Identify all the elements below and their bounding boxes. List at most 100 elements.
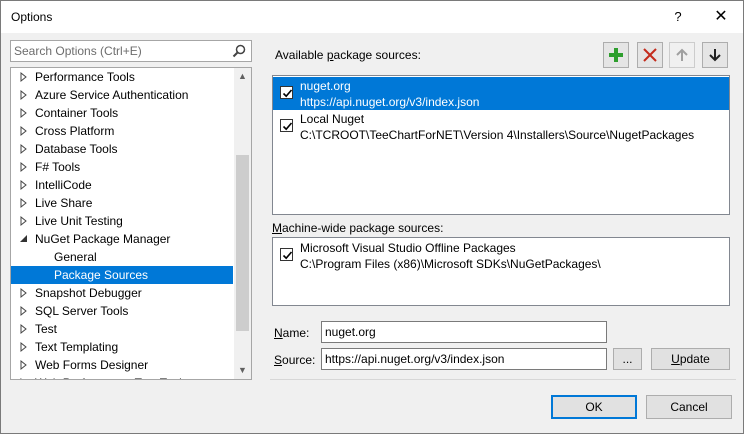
source-checkbox[interactable] bbox=[280, 248, 293, 261]
name-input[interactable] bbox=[325, 324, 603, 340]
tree-item-label: General bbox=[54, 250, 97, 264]
collapsed-arrow-icon[interactable] bbox=[19, 104, 29, 122]
tree-item[interactable]: Live Unit Testing bbox=[11, 212, 233, 230]
add-source-button[interactable] bbox=[603, 42, 629, 68]
search-box[interactable] bbox=[10, 40, 252, 62]
tree-item-label: Text Templating bbox=[35, 340, 119, 354]
tree-item-label: Live Unit Testing bbox=[35, 214, 123, 228]
tree-item[interactable]: Performance Tools bbox=[11, 68, 233, 86]
search-input[interactable] bbox=[14, 43, 228, 59]
tree-item[interactable]: Live Share bbox=[11, 194, 233, 212]
name-label: Name: bbox=[274, 326, 310, 340]
collapsed-arrow-icon[interactable] bbox=[19, 212, 29, 230]
close-button[interactable]: ✕ bbox=[704, 1, 738, 33]
tree-item-label: Web Forms Designer bbox=[35, 358, 149, 372]
name-field[interactable] bbox=[321, 321, 607, 343]
collapsed-arrow-icon[interactable] bbox=[19, 284, 29, 302]
tree-item-label: Container Tools bbox=[35, 106, 119, 120]
tree-item[interactable]: NuGet Package Manager bbox=[11, 230, 233, 248]
expanded-arrow-icon[interactable] bbox=[19, 230, 29, 248]
source-item-nuget-org[interactable]: nuget.org https://api.nuget.org/v3/index… bbox=[273, 77, 729, 110]
help-button[interactable]: ? bbox=[661, 1, 695, 33]
arrow-up-icon bbox=[676, 48, 688, 61]
source-label: Source: bbox=[274, 353, 316, 367]
scroll-down-arrow-icon[interactable]: ▼ bbox=[234, 362, 251, 379]
tree-item[interactable]: Azure Service Authentication bbox=[11, 86, 233, 104]
tree-item[interactable]: Test bbox=[11, 320, 233, 338]
tree-item-label: Snapshot Debugger bbox=[35, 286, 142, 300]
available-sources-list[interactable]: nuget.org https://api.nuget.org/v3/index… bbox=[272, 75, 730, 215]
tree-item[interactable]: Cross Platform bbox=[11, 122, 233, 140]
collapsed-arrow-icon[interactable] bbox=[19, 320, 29, 338]
collapsed-arrow-icon[interactable] bbox=[19, 302, 29, 320]
source-url: C:\TCROOT\TeeChartForNET\Version 4\Insta… bbox=[300, 128, 695, 142]
source-input[interactable] bbox=[325, 351, 603, 367]
tree-item-label: Azure Service Authentication bbox=[35, 88, 189, 102]
tree-scrollbar[interactable]: ▲ ▼ bbox=[234, 68, 251, 379]
source-field[interactable] bbox=[321, 348, 607, 370]
tree-item[interactable]: Web Forms Designer bbox=[11, 356, 233, 374]
collapsed-arrow-icon[interactable] bbox=[19, 140, 29, 158]
checkmark-icon bbox=[282, 89, 293, 98]
window-title: Options bbox=[11, 10, 53, 24]
tree-item[interactable]: Container Tools bbox=[11, 104, 233, 122]
tree-item[interactable]: Database Tools bbox=[11, 140, 233, 158]
machine-wide-sources-list[interactable]: Microsoft Visual Studio Offline Packages… bbox=[272, 237, 730, 306]
checkmark-icon bbox=[282, 251, 293, 260]
scroll-thumb[interactable] bbox=[236, 155, 249, 331]
ok-button[interactable]: OK bbox=[551, 395, 637, 419]
delete-icon bbox=[643, 48, 657, 62]
move-down-button[interactable] bbox=[702, 42, 728, 68]
tree-item-label: F# Tools bbox=[35, 160, 81, 174]
collapsed-arrow-icon[interactable] bbox=[19, 176, 29, 194]
collapsed-arrow-icon[interactable] bbox=[19, 122, 29, 140]
options-dialog: Options ? ✕ Performance Tools Azure Servi… bbox=[0, 0, 744, 434]
tree-item[interactable]: SQL Server Tools bbox=[11, 302, 233, 320]
tree-item-label: Web Performance Test Tools bbox=[35, 374, 188, 379]
plus-icon bbox=[609, 48, 623, 62]
collapsed-arrow-icon[interactable] bbox=[19, 194, 29, 212]
tree-item[interactable]: Package Sources bbox=[11, 266, 233, 284]
machine-wide-sources-label: Machine-wide package sources: bbox=[272, 221, 444, 235]
collapsed-arrow-icon[interactable] bbox=[19, 338, 29, 356]
tree-item[interactable]: Text Templating bbox=[11, 338, 233, 356]
tree-item-label: Live Share bbox=[35, 196, 93, 210]
options-tree[interactable]: Performance Tools Azure Service Authentic… bbox=[10, 67, 252, 380]
tree-item[interactable]: IntelliCode bbox=[11, 176, 233, 194]
tree-item[interactable]: General bbox=[11, 248, 233, 266]
collapsed-arrow-icon[interactable] bbox=[19, 356, 29, 374]
title-bar: Options ? ✕ bbox=[1, 1, 743, 33]
search-icon[interactable] bbox=[231, 43, 247, 59]
remove-source-button[interactable] bbox=[637, 42, 663, 68]
tree-item-label: Package Sources bbox=[54, 268, 149, 282]
available-sources-label: Available package sources: bbox=[275, 48, 421, 62]
source-checkbox[interactable] bbox=[280, 86, 293, 99]
collapsed-arrow-icon[interactable] bbox=[19, 158, 29, 176]
collapsed-arrow-icon[interactable] bbox=[19, 374, 29, 380]
checkmark-icon bbox=[282, 122, 293, 131]
source-item-vs-offline[interactable]: Microsoft Visual Studio Offline Packages… bbox=[273, 239, 729, 272]
tree-item-label: Database Tools bbox=[35, 142, 118, 156]
tree-item[interactable]: Snapshot Debugger bbox=[11, 284, 233, 302]
source-item-local-nuget[interactable]: Local Nuget C:\TCROOT\TeeChartForNET\Ver… bbox=[273, 110, 729, 143]
source-url: https://api.nuget.org/v3/index.json bbox=[300, 95, 480, 109]
source-checkbox[interactable] bbox=[280, 119, 293, 132]
move-up-button[interactable] bbox=[669, 42, 695, 68]
tree-item[interactable]: F# Tools bbox=[11, 158, 233, 176]
source-name: Microsoft Visual Studio Offline Packages bbox=[300, 241, 516, 255]
update-button[interactable]: Update bbox=[651, 348, 730, 370]
tree-item-label: NuGet Package Manager bbox=[35, 232, 171, 246]
source-url: C:\Program Files (x86)\Microsoft SDKs\Nu… bbox=[300, 257, 601, 271]
scroll-up-arrow-icon[interactable]: ▲ bbox=[234, 68, 251, 85]
tree-item-label: Performance Tools bbox=[35, 70, 135, 84]
collapsed-arrow-icon[interactable] bbox=[19, 68, 29, 86]
collapsed-arrow-icon[interactable] bbox=[19, 86, 29, 104]
tree-item-label: IntelliCode bbox=[35, 178, 92, 192]
tree-item[interactable]: Web Performance Test Tools bbox=[11, 374, 233, 380]
tree-item-label: Test bbox=[35, 322, 58, 336]
tree-items: Performance Tools Azure Service Authentic… bbox=[11, 68, 233, 380]
tree-item-label: Cross Platform bbox=[35, 124, 115, 138]
cancel-button[interactable]: Cancel bbox=[646, 395, 732, 419]
browse-button[interactable]: ... bbox=[613, 348, 642, 370]
source-name: Local Nuget bbox=[300, 112, 365, 126]
